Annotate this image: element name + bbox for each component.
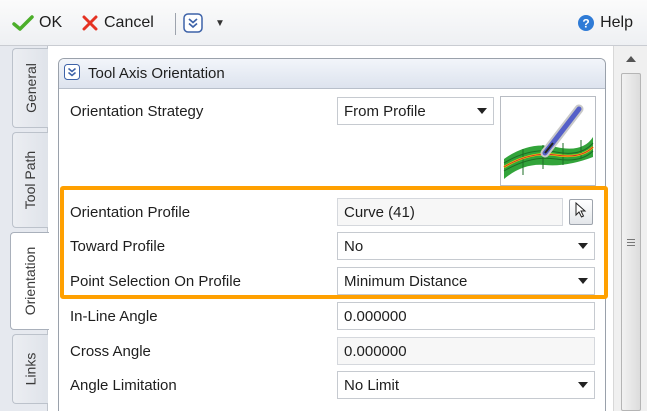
scroll-up-button[interactable] — [614, 46, 647, 72]
tab-links[interactable]: Links — [12, 334, 48, 404]
chevron-down-icon[interactable] — [572, 278, 594, 284]
section-header[interactable]: Tool Axis Orientation — [59, 59, 605, 89]
triangle-down-icon: ▼ — [215, 17, 225, 29]
point-selection-label: Point Selection On Profile — [70, 273, 241, 290]
tab-tool-path[interactable]: Tool Path — [12, 132, 48, 228]
toolbar-menu-dropdown[interactable]: ▼ — [215, 0, 225, 46]
scrollbar-thumb[interactable] — [621, 73, 641, 411]
toward-profile-select[interactable]: No — [337, 232, 595, 260]
cross-angle-label: Cross Angle — [70, 343, 151, 360]
tab-label: General — [22, 63, 39, 113]
toolbar: OK Cancel ▼ ? Help — [0, 0, 647, 46]
toward-profile-label: Toward Profile — [70, 238, 166, 255]
close-icon — [82, 15, 98, 31]
inline-angle-input[interactable]: 0.000000 — [337, 302, 595, 330]
grip-icon — [627, 238, 635, 246]
tab-label: Orientation — [22, 246, 39, 316]
section-title: Tool Axis Orientation — [88, 65, 225, 82]
chevron-down-icon[interactable] — [471, 108, 493, 114]
collapse-all-button[interactable] — [183, 0, 203, 46]
orientation-preview-image — [500, 96, 596, 186]
help-button[interactable]: ? Help — [577, 0, 633, 46]
ok-button[interactable]: OK — [12, 0, 62, 46]
ok-label: OK — [39, 14, 63, 31]
orientation-strategy-select[interactable]: From Profile — [337, 97, 494, 125]
inline-angle-value: 0.000000 — [344, 307, 407, 325]
collapse-chevron-icon — [64, 63, 80, 84]
tab-label: Tool Path — [22, 150, 39, 210]
help-label: Help — [600, 14, 633, 31]
orientation-strategy-value: From Profile — [344, 102, 426, 120]
vertical-scrollbar[interactable] — [613, 46, 647, 411]
cursor-arrow-icon — [575, 201, 587, 222]
help-icon: ? — [577, 14, 595, 32]
triangle-up-icon — [626, 56, 636, 62]
double-chevron-down-icon — [183, 13, 203, 33]
tool-axis-orientation-panel: Tool Axis Orientation Orientation Strate… — [58, 58, 606, 411]
cancel-label: Cancel — [104, 14, 154, 31]
chevron-down-icon[interactable] — [572, 382, 594, 388]
point-selection-value: Minimum Distance — [344, 272, 468, 290]
angle-limitation-label: Angle Limitation — [70, 377, 177, 394]
tab-orientation[interactable]: Orientation — [10, 232, 49, 330]
toolbar-separator — [175, 13, 176, 35]
orientation-profile-field: Curve (41) — [337, 198, 563, 226]
checkmark-icon — [12, 15, 34, 31]
cross-angle-input: 0.000000 — [337, 337, 595, 365]
svg-text:?: ? — [582, 17, 589, 31]
tab-general[interactable]: General — [12, 48, 48, 128]
pick-profile-button[interactable] — [569, 199, 593, 225]
cross-angle-value: 0.000000 — [344, 342, 407, 360]
angle-limitation-select[interactable]: No Limit — [337, 371, 595, 399]
orientation-profile-label: Orientation Profile — [70, 204, 191, 221]
tab-label: Links — [22, 352, 39, 386]
chevron-down-icon[interactable] — [572, 243, 594, 249]
orientation-strategy-label: Orientation Strategy — [70, 103, 204, 120]
inline-angle-label: In-Line Angle — [70, 308, 158, 325]
cancel-button[interactable]: Cancel — [82, 0, 154, 46]
orientation-profile-value: Curve (41) — [344, 203, 415, 221]
sidebar: General Tool Path Orientation Links — [0, 46, 49, 411]
point-selection-select[interactable]: Minimum Distance — [337, 267, 595, 295]
toward-profile-value: No — [344, 237, 364, 255]
angle-limitation-value: No Limit — [344, 376, 400, 394]
